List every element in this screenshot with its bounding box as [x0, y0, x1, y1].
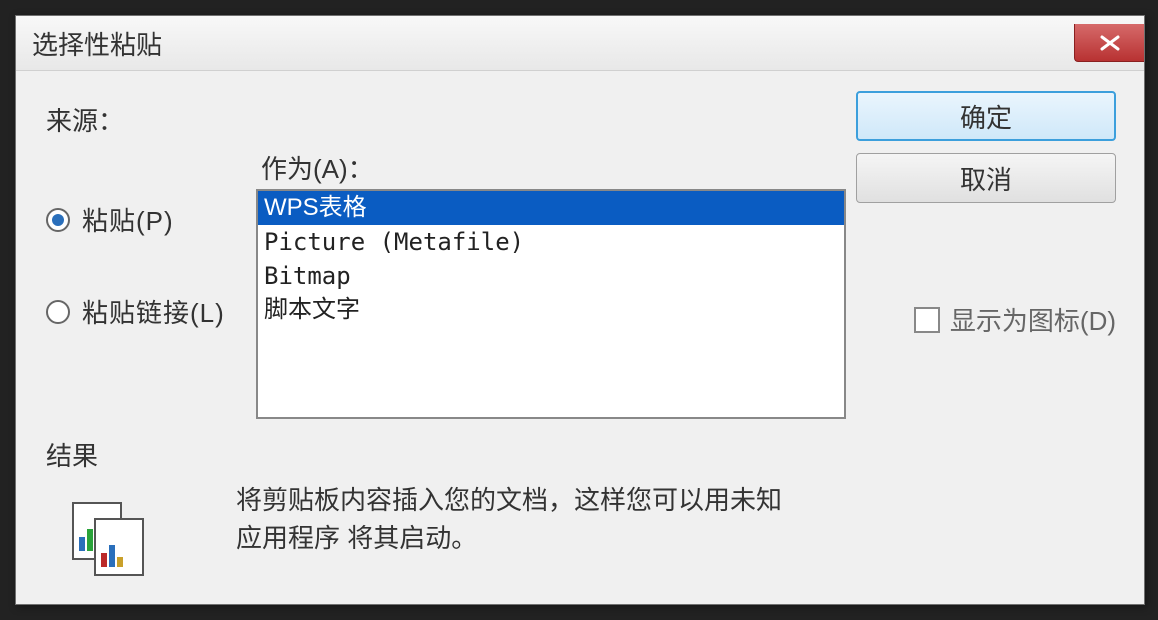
- paste-radio[interactable]: 粘贴(P): [46, 201, 246, 238]
- dialog-body: 来源： 作为(A)： 粘贴(P) 粘贴链接(L) WPS表格 Picture (…: [16, 71, 1144, 604]
- paste-link-radio-label: 粘贴链接(L): [82, 293, 225, 330]
- paste-link-radio[interactable]: 粘贴链接(L): [46, 293, 246, 330]
- result-description: 将剪贴板内容插入您的文档，这样您可以用未知应用程序 将其启动。: [236, 481, 796, 557]
- titlebar: 选择性粘贴: [16, 16, 1144, 71]
- radio-icon: [46, 300, 70, 324]
- paste-mode-radio-group: 粘贴(P) 粘贴链接(L): [46, 201, 246, 385]
- close-icon: [1096, 33, 1124, 53]
- ok-button-label: 确定: [960, 98, 1012, 135]
- paste-radio-label: 粘贴(P): [82, 201, 174, 238]
- checkbox-icon: [914, 307, 940, 333]
- radio-icon: [46, 208, 70, 232]
- cancel-button[interactable]: 取消: [856, 153, 1116, 203]
- dialog-title: 选择性粘贴: [32, 25, 162, 62]
- cancel-button-label: 取消: [960, 160, 1012, 197]
- close-button[interactable]: [1074, 24, 1144, 62]
- list-item[interactable]: WPS表格: [258, 191, 844, 225]
- result-preview-icon: [71, 501, 149, 579]
- source-label: 来源：: [46, 101, 124, 138]
- paste-special-dialog: 选择性粘贴 来源： 作为(A)： 粘贴(P) 粘贴链接(L) WPS表格 Pic…: [15, 15, 1145, 605]
- format-listbox[interactable]: WPS表格 Picture (Metafile) Bitmap 脚本文字: [256, 189, 846, 419]
- show-as-icon-checkbox[interactable]: 显示为图标(D): [914, 301, 1116, 338]
- list-item[interactable]: Bitmap: [258, 259, 844, 293]
- list-item[interactable]: Picture (Metafile): [258, 225, 844, 259]
- show-as-icon-label: 显示为图标(D): [950, 301, 1116, 338]
- ok-button[interactable]: 确定: [856, 91, 1116, 141]
- list-item[interactable]: 脚本文字: [258, 293, 844, 327]
- result-label: 结果: [46, 436, 98, 473]
- as-label: 作为(A)：: [261, 149, 374, 186]
